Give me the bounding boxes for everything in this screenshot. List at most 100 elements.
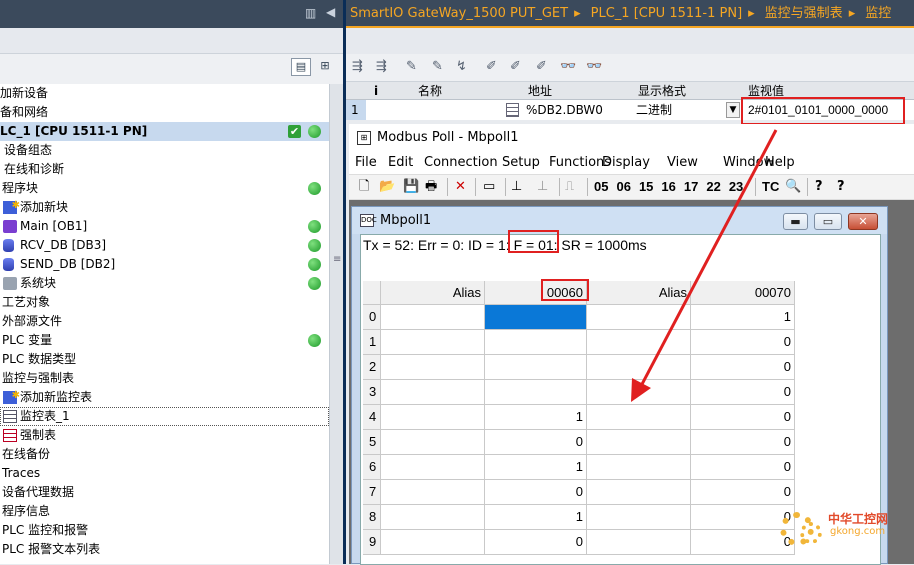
register-cell[interactable] [381, 480, 485, 505]
force-stop-icon[interactable]: ✐ [510, 59, 521, 74]
open-icon[interactable]: 📂 [379, 175, 395, 199]
menu-item[interactable]: Help [765, 152, 795, 174]
pin-icon[interactable]: ▥ [305, 6, 316, 20]
name-column-header[interactable]: 名称 [418, 82, 442, 100]
grid-column-header[interactable]: 00070 [691, 281, 795, 305]
tree-item[interactable]: 在线备份 [0, 445, 329, 464]
maximize-button[interactable]: ▭ [814, 213, 842, 230]
table-view-icon[interactable]: ▤ [291, 58, 311, 76]
glasses-once-icon[interactable]: 👓 [586, 59, 602, 74]
tree-item[interactable]: 加新设备 [0, 84, 329, 103]
register-cell[interactable] [587, 380, 691, 405]
register-cell[interactable] [587, 455, 691, 480]
tree-item[interactable]: RCV_DB [DB3] [0, 236, 329, 255]
tree-item[interactable]: 在线和诊断 [0, 160, 329, 179]
register-cell[interactable]: 0 [691, 430, 795, 455]
breadcrumb-item[interactable]: 监控 [861, 6, 891, 21]
function-code-button[interactable]: 23 [729, 179, 743, 194]
tree-item[interactable]: 添加新监控表 [0, 386, 329, 407]
tree-item[interactable]: LC_1 [CPU 1511-1 PN] ✔ [0, 122, 329, 141]
register-cell[interactable]: 1 [691, 305, 795, 330]
menu-item[interactable]: Display [602, 152, 650, 174]
mbpoll-titlebar[interactable]: DOC Mbpoll1 ▬ ▭ ✕ [352, 207, 887, 234]
register-cell[interactable]: 0 [691, 330, 795, 355]
function-code-button[interactable]: 22 [706, 179, 720, 194]
register-cell[interactable] [485, 355, 587, 380]
grid-column-header[interactable]: Alias [381, 281, 485, 305]
delete-icon[interactable]: ✕ [455, 175, 466, 199]
tc-button[interactable]: TC [762, 175, 779, 199]
register-cell[interactable]: 0 [691, 380, 795, 405]
print-icon[interactable]: 🖶 [425, 175, 437, 199]
function-code-button[interactable]: 06 [616, 179, 630, 194]
collapse-left-icon[interactable]: ◀ [326, 5, 335, 19]
minimize-button[interactable]: ▬ [783, 213, 808, 230]
function-code-button[interactable]: 17 [684, 179, 698, 194]
register-cell[interactable] [485, 330, 587, 355]
register-cell[interactable] [587, 355, 691, 380]
format-dropdown-icon[interactable]: ▼ [726, 102, 740, 118]
tree-item[interactable]: 监控表_1 [0, 407, 329, 426]
tree-item[interactable]: 添加新块 [0, 196, 329, 217]
function-code-button[interactable]: 05 [594, 179, 608, 194]
modify-now-icon[interactable]: ✎ [432, 59, 443, 74]
tree-item[interactable]: PLC 数据类型 [0, 350, 329, 369]
connect-icon[interactable]: ⊥ [511, 175, 522, 199]
breadcrumb-item[interactable]: SmartIO GateWay_1500 PUT_GET [346, 6, 568, 21]
grip-icon[interactable]: ≡ [333, 254, 341, 265]
add-icon[interactable]: ⊞ [315, 58, 335, 76]
register-cell[interactable] [587, 430, 691, 455]
modify-icon[interactable]: ✎ [406, 59, 417, 74]
menu-item[interactable]: File [355, 152, 377, 174]
register-cell[interactable]: 1 [485, 455, 587, 480]
force-icon[interactable]: ✐ [486, 59, 497, 74]
tree-item[interactable]: 工艺对象 [0, 293, 329, 312]
tree-item[interactable]: 设备组态 [0, 141, 329, 160]
register-cell[interactable] [587, 480, 691, 505]
menu-item[interactable]: Edit [388, 152, 413, 174]
address-column-header[interactable]: 地址 [528, 82, 552, 100]
register-cell[interactable] [381, 355, 485, 380]
tree-item[interactable]: 系统块 [0, 274, 329, 293]
register-cell[interactable] [381, 505, 485, 530]
address-cell[interactable]: %DB2.DBW0 [526, 100, 603, 120]
function-code-button[interactable]: 15 [639, 179, 653, 194]
search-icon[interactable]: 🔍 [785, 175, 801, 199]
tree-item[interactable]: SEND_DB [DB2] [0, 255, 329, 274]
register-cell[interactable] [485, 380, 587, 405]
register-cell[interactable] [381, 305, 485, 330]
register-cell[interactable]: 1 [485, 505, 587, 530]
tree-item[interactable]: PLC 监控和报警 [0, 521, 329, 540]
register-cell[interactable] [485, 305, 587, 330]
register-cell[interactable] [587, 505, 691, 530]
tree-item[interactable]: PLC 报警文本列表 [0, 540, 329, 559]
register-cell[interactable] [381, 430, 485, 455]
save-icon[interactable]: 💾 [403, 175, 419, 199]
register-cell[interactable] [381, 530, 485, 555]
register-cell[interactable]: 1 [485, 405, 587, 430]
register-cell[interactable] [381, 455, 485, 480]
register-cell[interactable] [587, 330, 691, 355]
menu-item[interactable]: View [667, 152, 698, 174]
register-cell[interactable]: 0 [691, 455, 795, 480]
tree-scrollbar[interactable]: ≡ [329, 84, 343, 564]
force-all-icon[interactable]: ✐ [536, 59, 547, 74]
register-cell[interactable] [587, 405, 691, 430]
tree-item[interactable]: PLC 变量 [0, 331, 329, 350]
tree-item[interactable]: 强制表 [0, 426, 329, 445]
trigger-icon[interactable]: ↯ [456, 59, 467, 74]
register-cell[interactable] [381, 330, 485, 355]
register-cell[interactable]: 0 [485, 480, 587, 505]
tree-item[interactable]: 监控与强制表 [0, 369, 329, 388]
tree-item[interactable]: 程序块 [0, 179, 329, 198]
format-column-header[interactable]: 显示格式 [638, 82, 686, 100]
disconnect-icon[interactable]: ⊥ [537, 175, 548, 199]
tree-item[interactable]: 设备代理数据 [0, 483, 329, 502]
tree-item[interactable]: 程序信息 [0, 502, 329, 521]
menu-item[interactable]: Connection [424, 152, 498, 174]
register-cell[interactable] [587, 530, 691, 555]
monitor-all-icon[interactable]: ⇶ [352, 59, 363, 74]
tree-item[interactable]: 外部源文件 [0, 312, 329, 331]
breadcrumb-item[interactable]: PLC_1 [CPU 1511-1 PN] [587, 6, 743, 21]
tree-item[interactable]: Traces [0, 464, 329, 483]
